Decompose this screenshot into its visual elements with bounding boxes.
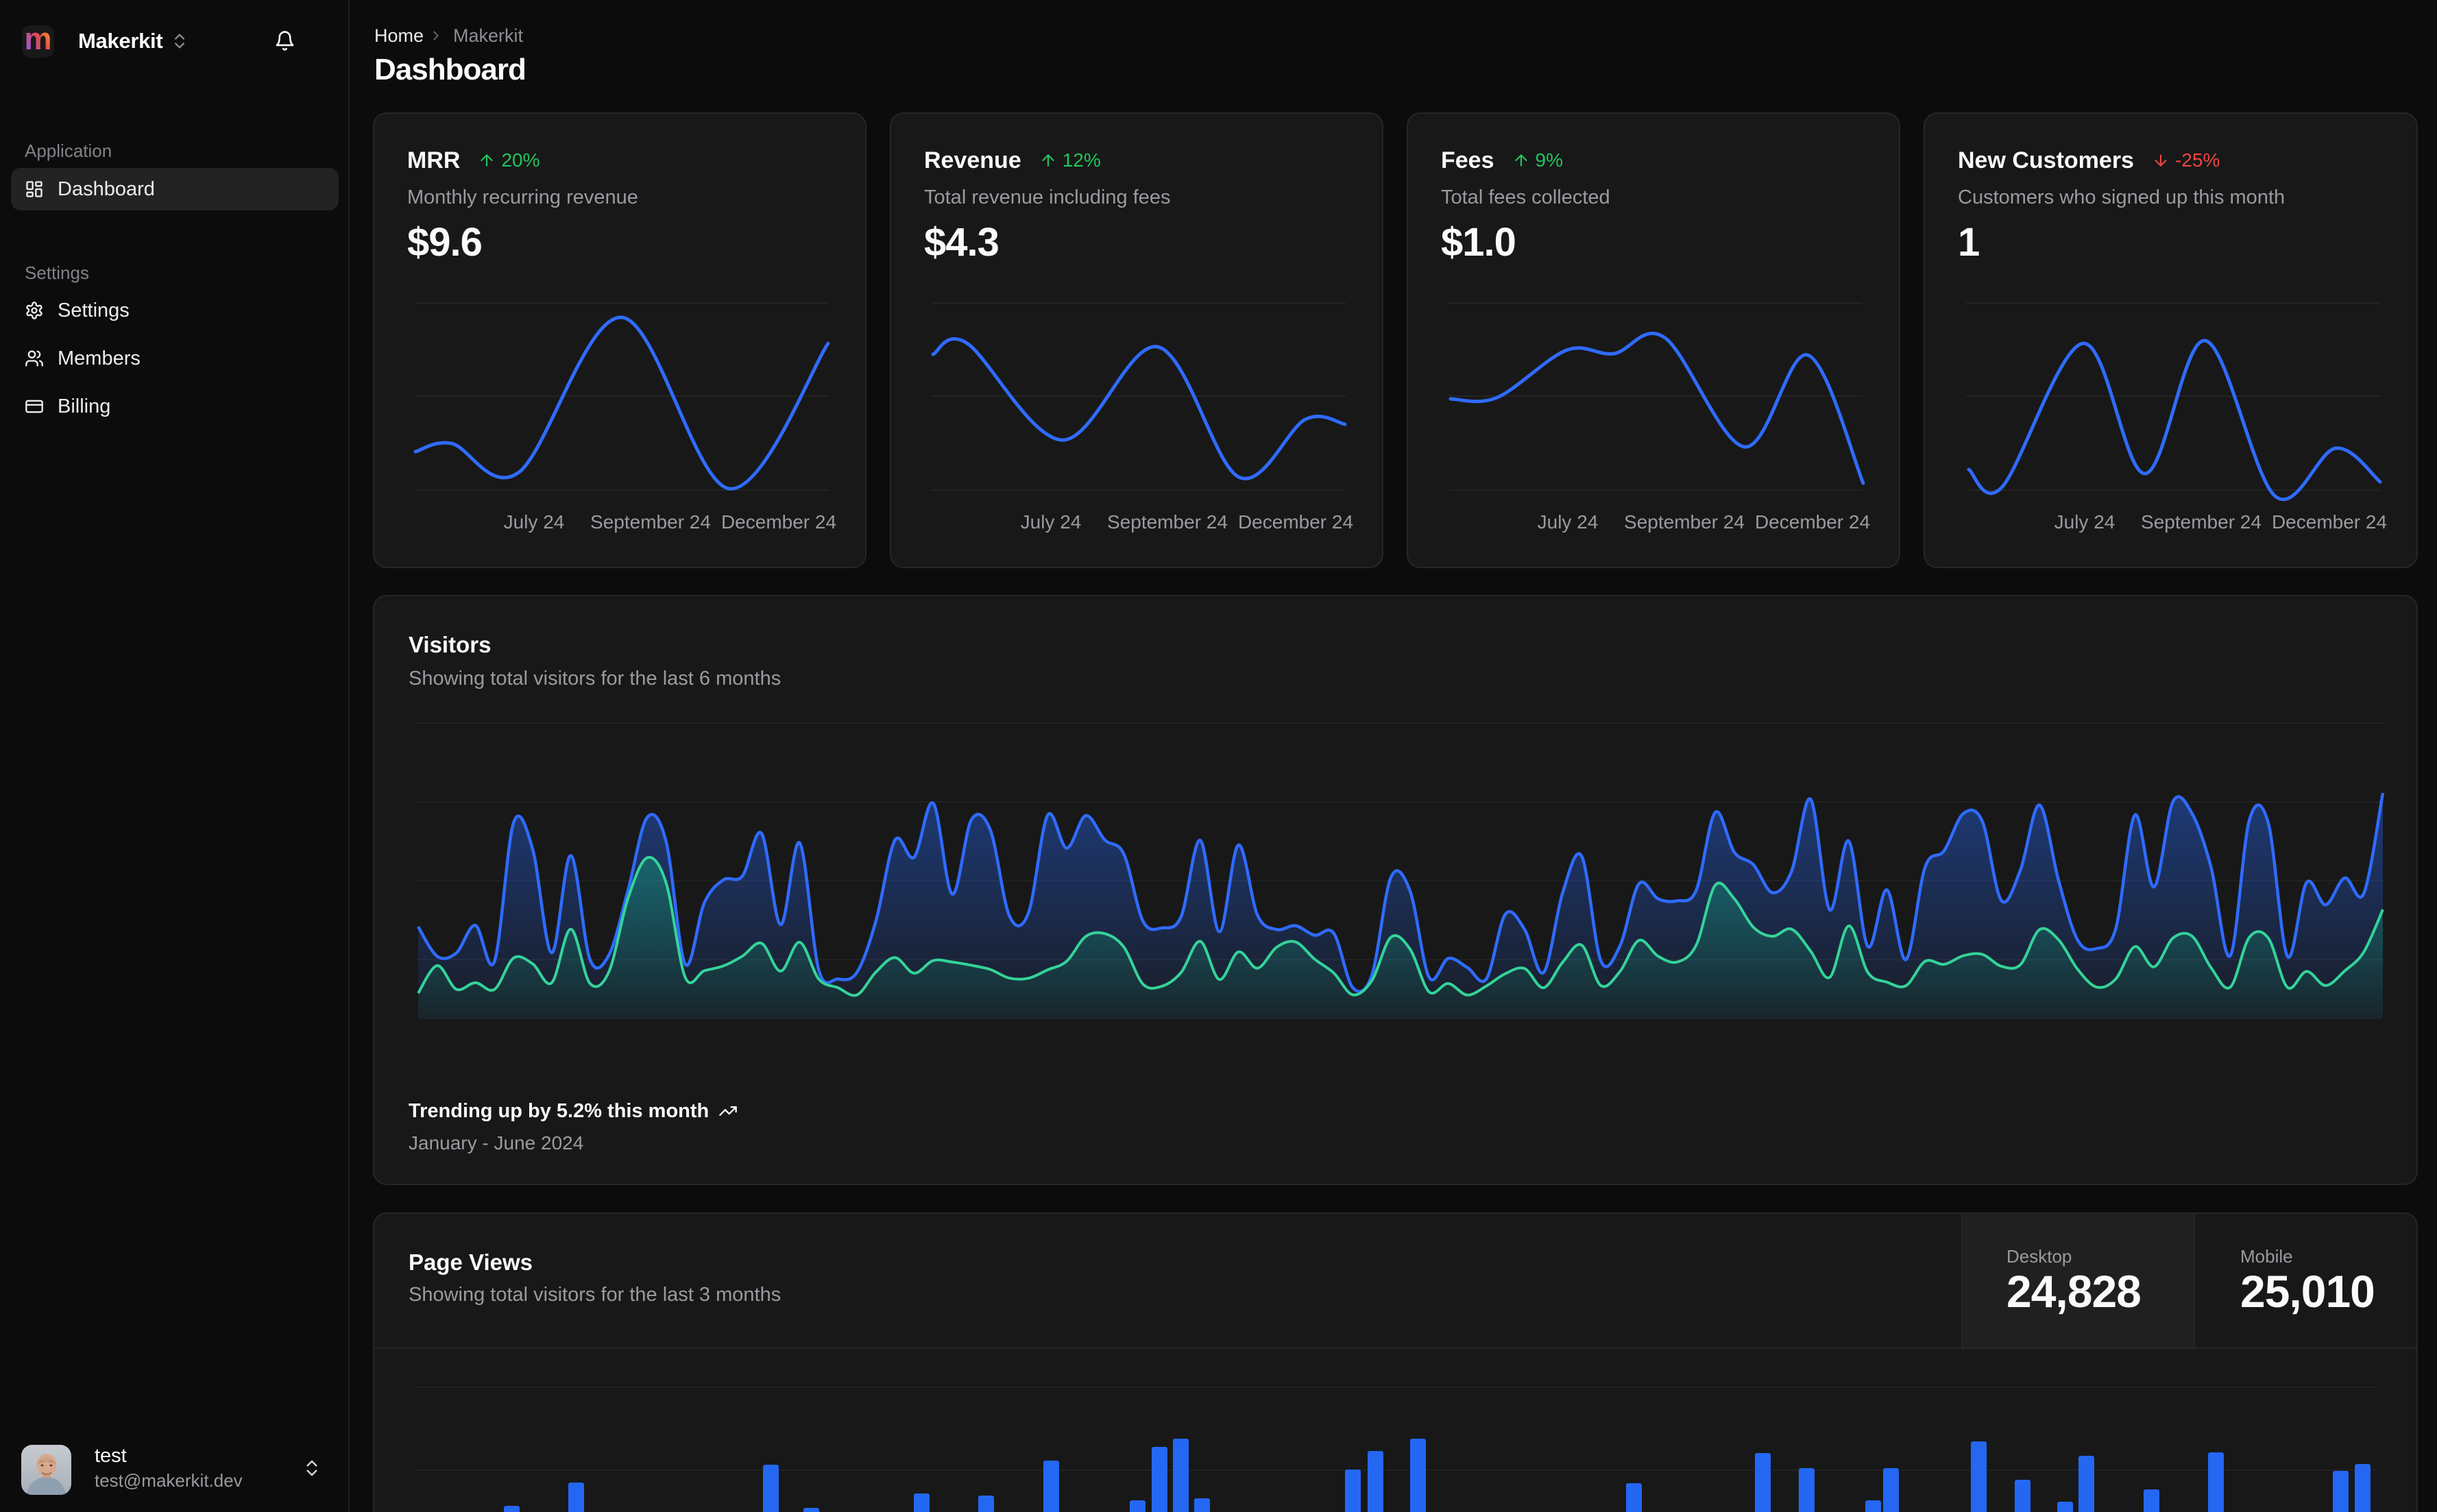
svg-text:July 24: July 24 <box>2054 511 2115 533</box>
svg-text:July 24: July 24 <box>1538 511 1599 533</box>
svg-text:July 24: July 24 <box>1021 511 1082 533</box>
svg-text:December 24: December 24 <box>1755 511 1870 533</box>
svg-text:December 24: December 24 <box>2272 511 2387 533</box>
svg-text:July 24: July 24 <box>504 511 565 533</box>
svg-text:September 24: September 24 <box>1624 511 1745 533</box>
svg-text:September 24: September 24 <box>2141 511 2262 533</box>
svg-text:September 24: September 24 <box>1107 511 1228 533</box>
svg-text:m: m <box>24 25 51 56</box>
svg-text:December 24: December 24 <box>1238 511 1353 533</box>
svg-text:December 24: December 24 <box>721 511 836 533</box>
svg-text:September 24: September 24 <box>590 511 711 533</box>
